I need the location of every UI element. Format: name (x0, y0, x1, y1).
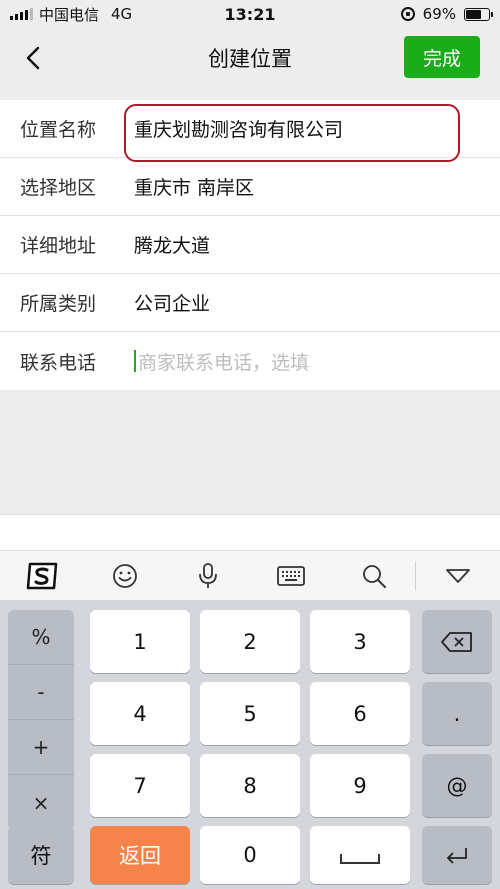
battery-fill (466, 9, 482, 19)
form-label: 所属类别 (20, 293, 97, 315)
key-0[interactable]: 0 (200, 826, 300, 884)
input-strip (0, 514, 500, 550)
back-key[interactable]: 返回 (90, 826, 190, 884)
category-select[interactable]: 公司企业 (134, 289, 210, 316)
address-input[interactable]: 腾龙大道 (134, 231, 210, 258)
enter-icon (446, 848, 467, 864)
form-label: 位置名称 (20, 119, 97, 141)
network-label: 4G (111, 5, 133, 23)
collapse-keyboard-button[interactable] (416, 551, 499, 601)
keyboard-toolbar (0, 550, 500, 600)
key-7[interactable]: 7 (90, 754, 190, 817)
key-dot[interactable]: . (422, 682, 492, 745)
battery-percent: 69% (422, 5, 456, 23)
form-row-address[interactable]: 详细地址 腾龙大道 (0, 216, 500, 274)
carrier-label: 中国电信 (39, 5, 100, 24)
phone-input[interactable]: 商家联系电话，选填 (138, 348, 309, 375)
keyboard-switch-button[interactable] (249, 551, 332, 601)
sogou-logo-icon (26, 562, 57, 589)
key-2[interactable]: 2 (200, 610, 300, 673)
back-icon[interactable] (20, 44, 48, 72)
search-button[interactable] (332, 551, 415, 601)
key-multiply[interactable]: × (8, 775, 74, 830)
form-label: 选择地区 (20, 177, 97, 199)
status-bar: 中国电信 4G 13:21 69% (0, 0, 500, 28)
space-icon (340, 854, 380, 864)
key-8[interactable]: 8 (200, 754, 300, 817)
status-left: 中国电信 4G (10, 4, 132, 25)
backspace-icon (441, 631, 472, 652)
form-row-category[interactable]: 所属类别 公司企业 (0, 274, 500, 332)
key-5[interactable]: 5 (200, 682, 300, 745)
form-label: 联系电话 (20, 351, 97, 374)
done-button[interactable]: 完成 (404, 36, 480, 78)
orientation-lock-icon (400, 7, 415, 21)
nav-bar: 创建位置 完成 (0, 28, 500, 88)
region-select[interactable]: 重庆市 南岸区 (134, 173, 254, 200)
backspace-key[interactable] (422, 610, 492, 673)
signal-icon (10, 8, 33, 20)
voice-button[interactable] (166, 551, 249, 601)
battery-icon (464, 7, 493, 21)
numeric-keyboard: % - + × 1 2 3 4 5 6 . 7 8 9 @ 符 返回 0 (0, 600, 500, 889)
key-6[interactable]: 6 (310, 682, 410, 745)
key-4[interactable]: 4 (90, 682, 190, 745)
text-cursor (134, 350, 136, 372)
sogou-logo-button[interactable] (0, 551, 83, 601)
key-percent[interactable]: % (8, 610, 74, 665)
space-key[interactable] (310, 826, 410, 884)
symbol-column[interactable]: % - + × (8, 610, 74, 830)
page-title: 创建位置 (208, 47, 292, 71)
key-9[interactable]: 9 (310, 754, 410, 817)
key-3[interactable]: 3 (310, 610, 410, 673)
form-row-region[interactable]: 选择地区 重庆市 南岸区 (0, 158, 500, 216)
form-row-name[interactable]: 位置名称 重庆划勘测咨询有限公司 (0, 100, 500, 162)
collapse-icon (445, 568, 470, 583)
search-icon (362, 564, 386, 588)
symbols-key[interactable]: 符 (8, 826, 74, 884)
status-right: 69% (400, 5, 493, 23)
key-plus[interactable]: + (8, 720, 74, 775)
enter-key[interactable] (422, 826, 492, 884)
key-at[interactable]: @ (422, 754, 492, 817)
emoji-icon (112, 563, 137, 588)
blank-area (0, 392, 500, 514)
keyboard-icon (276, 565, 305, 586)
emoji-button[interactable] (83, 551, 166, 601)
form-row-phone[interactable]: 联系电话 商家联系电话，选填 (0, 332, 500, 390)
microphone-icon (198, 562, 217, 588)
form-label: 详细地址 (20, 235, 97, 257)
key-1[interactable]: 1 (90, 610, 190, 673)
highlight-annotation (124, 104, 460, 162)
location-form: 位置名称 重庆划勘测咨询有限公司 选择地区 重庆市 南岸区 详细地址 腾龙大道 … (0, 100, 500, 390)
key-minus[interactable]: - (8, 665, 74, 720)
